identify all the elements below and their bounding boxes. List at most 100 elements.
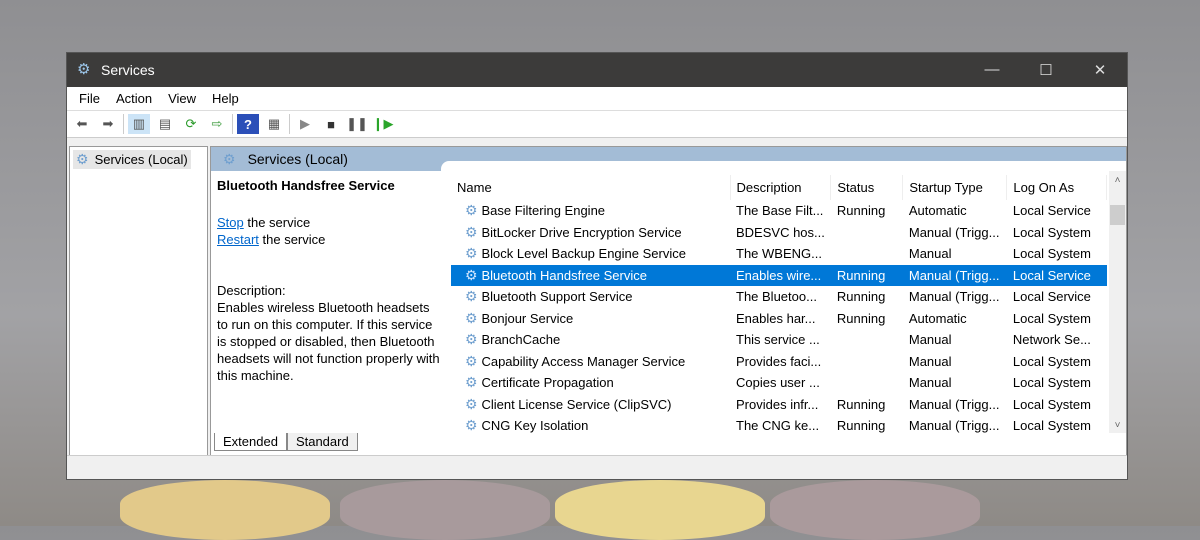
services-gear-icon: ⚙: [77, 61, 91, 78]
column-header-description[interactable]: Description: [730, 175, 832, 200]
tree-item-label: Services (Local): [94, 152, 188, 167]
extended-description-panel: Bluetooth Handsfree Service Stop the ser…: [217, 177, 441, 384]
service-log-on-as-text: Local System: [1012, 246, 1091, 262]
stop-link[interactable]: Stop: [217, 215, 244, 230]
service-row[interactable]: ⚙ Capability Access Manager Service Provi…: [451, 351, 1107, 373]
tab-extended[interactable]: Extended: [214, 433, 287, 451]
services-window: ⚙ Services — ☐ ✕ File Action View Help ⬅…: [66, 52, 1128, 480]
selected-service-name: Bluetooth Handsfree Service: [217, 178, 395, 193]
show-hide-console-tree-icon[interactable]: ▥: [128, 114, 150, 134]
service-status-text: Running: [836, 289, 886, 305]
service-row[interactable]: ⚙ BitLocker Drive Encryption Service BDES…: [451, 222, 1107, 244]
status-bar: [67, 455, 1127, 479]
tab-standard[interactable]: Standard: [286, 433, 358, 451]
service-status-text: Running: [836, 267, 886, 283]
service-row[interactable]: ⚙ Certificate Propagation Copies user ...…: [451, 372, 1107, 394]
show-action-pane-icon[interactable]: ▦: [263, 114, 285, 134]
service-description: Provides faci...: [730, 351, 831, 373]
gear-icon: ⚙: [223, 150, 236, 167]
service-name-text: Capability Access Manager Service: [481, 353, 686, 369]
forward-icon[interactable]: ➡: [97, 114, 119, 134]
toolbar: ⬅ ➡ ▥ ▤ ⟳ ⇨ ? ▦ ▶ ■ ❚❚ ❙▶: [67, 111, 1127, 138]
export-list-icon[interactable]: ⇨: [206, 114, 228, 134]
service-startup-type-text: Manual (Trigg...: [908, 396, 1000, 412]
stop-service-icon[interactable]: ■: [320, 114, 342, 134]
help-icon[interactable]: ?: [237, 114, 259, 134]
stop-link-suffix: the service: [243, 215, 311, 230]
menu-action[interactable]: Action: [108, 91, 160, 106]
menu-file[interactable]: File: [71, 91, 108, 106]
service-startup-type-text: Manual (Trigg...: [908, 224, 1000, 240]
service-status-text: Running: [836, 418, 886, 434]
service-status-text: Running: [836, 396, 886, 412]
service-row[interactable]: ⚙ Base Filtering Engine The Base Filt... R…: [451, 200, 1107, 222]
gear-icon: ⚙: [76, 151, 89, 167]
close-button[interactable]: ✕: [1073, 61, 1127, 79]
minimize-button[interactable]: —: [965, 61, 1019, 79]
properties-icon[interactable]: ▤: [154, 114, 176, 134]
service-startup-type: Manual (Trigg...: [903, 415, 1007, 437]
service-startup-type-text: Manual (Trigg...: [908, 289, 1000, 305]
column-header-status[interactable]: Status: [830, 175, 904, 200]
service-row[interactable]: ⚙ CNG Key Isolation The CNG ke... Running M…: [451, 415, 1107, 437]
scroll-up-icon[interactable]: ˄: [1109, 175, 1126, 186]
service-name: ⚙ Base Filtering Engine: [451, 200, 730, 222]
service-description: Enables wire...: [730, 264, 831, 286]
service-log-on-as-text: Network Se...: [1012, 332, 1091, 348]
services-table: Name Description Status Startup Type Log…: [451, 175, 1108, 437]
service-startup-type-text: Manual (Trigg...: [908, 418, 1000, 434]
restart-link[interactable]: Restart: [217, 232, 259, 247]
tree-item-services-local[interactable]: ⚙ Services (Local): [73, 150, 191, 169]
scroll-down-icon[interactable]: ˅: [1109, 420, 1126, 431]
service-log-on-as: Local System: [1007, 394, 1107, 416]
service-name-text: Base Filtering Engine: [481, 203, 606, 219]
service-startup-type-text: Automatic: [908, 310, 967, 326]
service-log-on-as: Local System: [1007, 351, 1107, 373]
service-status: [831, 222, 903, 244]
column-header-startup-type[interactable]: Startup Type: [902, 175, 1008, 200]
service-status: [831, 329, 903, 351]
service-name: ⚙ BranchCache: [451, 329, 730, 351]
service-status: Running: [831, 415, 903, 437]
view-tabs: Extended Standard: [214, 433, 358, 451]
pane-title: Services (Local): [247, 151, 348, 167]
back-icon[interactable]: ⬅: [71, 114, 93, 134]
pause-service-icon[interactable]: ❚❚: [346, 114, 368, 134]
refresh-icon[interactable]: ⟳: [180, 114, 202, 134]
service-startup-type: Manual (Trigg...: [903, 286, 1007, 308]
toolbar-separator: [232, 114, 233, 134]
service-log-on-as-text: Local System: [1012, 418, 1091, 434]
service-row[interactable]: ⚙ BranchCache This service ... Manual Netwo…: [451, 329, 1107, 351]
service-log-on-as: Network Se...: [1007, 329, 1107, 351]
toolbar-separator: [123, 114, 124, 134]
service-row[interactable]: ⚙ Bonjour Service Enables har... Running Au…: [451, 308, 1107, 330]
service-description-text: The Base Filt...: [736, 203, 824, 219]
column-header-log-on-as[interactable]: Log On As: [1006, 175, 1108, 200]
service-log-on-as: Local System: [1007, 243, 1107, 265]
menu-help[interactable]: Help: [204, 91, 247, 106]
service-row[interactable]: ⚙ Bluetooth Handsfree Service Enables wir…: [451, 264, 1107, 286]
service-log-on-as: Local System: [1007, 222, 1107, 244]
service-name-text: Bluetooth Handsfree Service: [481, 267, 647, 283]
service-startup-type-text: Manual: [908, 246, 952, 262]
service-name-text: Certificate Propagation: [481, 375, 614, 391]
restart-service-icon[interactable]: ❙▶: [372, 114, 394, 134]
service-row[interactable]: ⚙ Bluetooth Support Service The Bluetoo..…: [451, 286, 1107, 308]
service-description-text: Enables wire...: [736, 267, 822, 283]
maximize-button[interactable]: ☐: [1019, 61, 1073, 79]
service-status: [831, 243, 903, 265]
scrollbar-thumb[interactable]: [1110, 205, 1125, 225]
service-startup-type-text: Manual: [908, 332, 952, 348]
service-description: The Bluetoo...: [730, 286, 831, 308]
service-row[interactable]: ⚙ Client License Service (ClipSVC) Provid…: [451, 394, 1107, 416]
service-log-on-as: Local System: [1007, 372, 1107, 394]
service-log-on-as-text: Local Service: [1012, 267, 1091, 283]
service-name: ⚙ Capability Access Manager Service: [451, 351, 730, 373]
description-label: Description:: [217, 283, 286, 298]
column-header-name[interactable]: Name: [451, 175, 731, 200]
start-service-icon[interactable]: ▶: [294, 114, 316, 134]
service-row[interactable]: ⚙ Block Level Backup Engine Service The W…: [451, 243, 1107, 265]
menu-view[interactable]: View: [160, 91, 204, 106]
service-name: ⚙ Bluetooth Handsfree Service: [451, 264, 730, 286]
vertical-scrollbar[interactable]: ˄ ˅: [1109, 171, 1126, 433]
